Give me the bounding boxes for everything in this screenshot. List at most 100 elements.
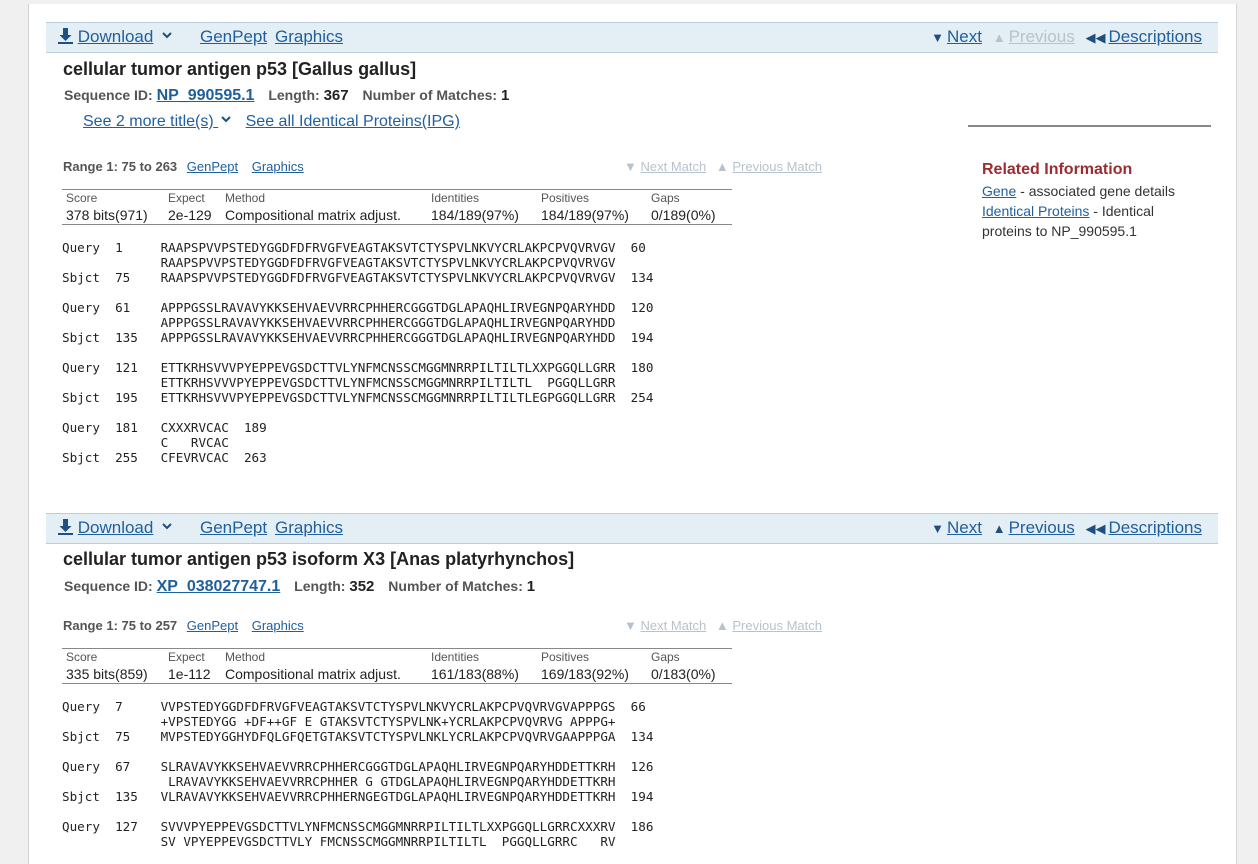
hit-title: cellular tumor antigen p53 isoform X3 [A… xyxy=(63,549,575,569)
matches-label: Number of Matches: xyxy=(388,578,523,594)
identities-header: Identities xyxy=(431,191,480,205)
previous-match-link: Previous Match xyxy=(732,618,822,633)
identical-proteins-related-link[interactable]: Identical Proteins xyxy=(982,203,1089,219)
identical-proteins-link[interactable]: See all Identical Proteins(IPG) xyxy=(246,113,460,130)
next-link[interactable]: Next xyxy=(947,27,982,46)
length-label: Length: xyxy=(268,87,320,103)
score-value: 378 bits(971) xyxy=(66,207,148,223)
range-line: Range 1: 75 to 257 GenPept Graphics xyxy=(63,618,304,633)
triangle-up-icon: ▲ xyxy=(992,521,1006,536)
expect-header: Expect xyxy=(168,650,205,664)
triangle-up-icon: ▲ xyxy=(992,30,1006,45)
gaps-value: 0/183(0%) xyxy=(651,666,716,682)
hit-title: cellular tumor antigen p53 [Gallus gallu… xyxy=(63,59,417,79)
length-value: 367 xyxy=(323,87,349,104)
positives-value: 169/183(92%) xyxy=(541,666,629,682)
score-header: Score xyxy=(66,650,98,664)
score-header: Score xyxy=(66,191,98,205)
back-to-descriptions-icon: ◀◀ xyxy=(1085,521,1106,536)
previous-hit[interactable]: ▲ Previous xyxy=(993,518,1075,537)
previous-link: Previous xyxy=(1008,27,1075,46)
next-match-link: Next Match xyxy=(640,618,707,633)
range-genpept-link[interactable]: GenPept xyxy=(187,159,238,174)
download-link[interactable]: Download xyxy=(78,518,154,537)
score-value: 335 bits(859) xyxy=(66,666,148,682)
matches-value: 1 xyxy=(526,578,536,595)
match-nav: ▼ Next Match ▲ Previous Match xyxy=(624,159,828,174)
sequence-id-link[interactable]: NP_990595.1 xyxy=(157,87,255,104)
back-to-descriptions-icon: ◀◀ xyxy=(1085,30,1106,45)
triangle-down-icon: ▼ xyxy=(931,521,944,536)
gaps-header: Gaps xyxy=(651,650,680,664)
method-value: Compositional matrix adjust. xyxy=(225,666,401,682)
length-label: Length: xyxy=(294,578,346,594)
hit-toolbar: Download GenPept Graphics ▼ Next ▲ Previou… xyxy=(46,22,1218,53)
descriptions-nav[interactable]: ◀◀ Descriptions xyxy=(1085,518,1202,537)
download-menu[interactable]: Download xyxy=(58,518,172,538)
alignment-stats: Score Expect Method Identities Positives… xyxy=(62,648,732,684)
download-link[interactable]: Download xyxy=(78,27,154,46)
sequence-alignment: Query 1 RAAPSPVVPSTEDYGGDFDFRVGFVEAGTAKS… xyxy=(62,240,654,465)
next-hit[interactable]: ▼ Next xyxy=(931,518,982,537)
sequence-info: Sequence ID: XP_038027747.1 Length: 352 … xyxy=(64,578,535,596)
matches-label: Number of Matches: xyxy=(362,87,498,103)
seq-id-label: Sequence ID: xyxy=(64,578,153,594)
next-link[interactable]: Next xyxy=(947,518,982,537)
descriptions-link[interactable]: Descriptions xyxy=(1108,27,1202,46)
method-header: Method xyxy=(225,650,266,664)
identities-value: 161/183(88%) xyxy=(431,666,519,682)
previous-link[interactable]: Previous xyxy=(1009,518,1075,537)
expect-value: 1e-112 xyxy=(168,666,211,682)
range-label: Range 1: 75 to 257 xyxy=(63,618,178,633)
next-match-icon: ▼ xyxy=(624,159,637,174)
more-titles-row: See 2 more title(s) See all Identical Pr… xyxy=(83,113,470,131)
identities-header: Identities xyxy=(431,650,480,664)
sequence-info: Sequence ID: NP_990595.1 Length: 367 Num… xyxy=(64,87,509,105)
seq-id-label: Sequence ID: xyxy=(64,87,153,103)
genpept-link[interactable]: GenPept xyxy=(200,518,267,538)
length-value: 352 xyxy=(349,578,375,595)
range-genpept-link[interactable]: GenPept xyxy=(187,618,238,633)
gaps-value: 0/189(0%) xyxy=(651,207,716,223)
graphics-link[interactable]: Graphics xyxy=(275,518,343,538)
identities-value: 184/189(97%) xyxy=(431,207,519,223)
previous-match-icon: ▲ xyxy=(715,159,729,174)
gene-desc: - associated gene details xyxy=(1016,183,1176,199)
sequence-alignment: Query 7 VVPSTEDYGGDFDFRVGFVEAGTAKSVTCTYS… xyxy=(62,699,654,849)
hit-toolbar: Download GenPept Graphics ▼ Next ▲ Previou… xyxy=(46,513,1218,544)
positives-header: Positives xyxy=(541,191,590,205)
method-value: Compositional matrix adjust. xyxy=(225,207,401,223)
related-heading: Related Information xyxy=(982,161,1133,178)
descriptions-link[interactable]: Descriptions xyxy=(1108,518,1202,537)
download-icon xyxy=(58,28,73,44)
download-menu[interactable]: Download xyxy=(58,27,172,47)
next-match-link: Next Match xyxy=(640,159,707,174)
gaps-header: Gaps xyxy=(651,191,680,205)
related-identical: Identical Proteins - Identical proteins … xyxy=(982,201,1202,241)
sequence-id-link[interactable]: XP_038027747.1 xyxy=(157,578,281,595)
range-label: Range 1: 75 to 263 xyxy=(63,159,178,174)
expect-value: 2e-129 xyxy=(168,207,212,223)
genpept-link[interactable]: GenPept xyxy=(200,27,267,47)
alignment-stats: Score Expect Method Identities Positives… xyxy=(62,189,732,225)
expect-header: Expect xyxy=(168,191,205,205)
chevron-down-icon xyxy=(162,523,172,530)
related-gene: Gene - associated gene details xyxy=(982,181,1202,201)
method-header: Method xyxy=(225,191,266,205)
chevron-down-icon xyxy=(162,32,172,39)
range-graphics-link[interactable]: Graphics xyxy=(252,159,304,174)
positives-header: Positives xyxy=(541,650,590,664)
more-titles-link[interactable]: See 2 more title(s) xyxy=(83,113,231,130)
previous-hit: ▲ Previous xyxy=(993,27,1075,46)
graphics-link[interactable]: Graphics xyxy=(275,27,343,47)
next-match-icon: ▼ xyxy=(624,618,637,633)
triangle-down-icon: ▼ xyxy=(931,30,944,45)
next-hit[interactable]: ▼ Next xyxy=(931,27,982,46)
previous-match-link: Previous Match xyxy=(732,159,822,174)
positives-value: 184/189(97%) xyxy=(541,207,629,223)
match-nav: ▼ Next Match ▲ Previous Match xyxy=(624,618,828,633)
descriptions-nav[interactable]: ◀◀ Descriptions xyxy=(1085,27,1202,46)
range-graphics-link[interactable]: Graphics xyxy=(252,618,304,633)
matches-value: 1 xyxy=(500,87,510,104)
gene-link[interactable]: Gene xyxy=(982,183,1016,199)
